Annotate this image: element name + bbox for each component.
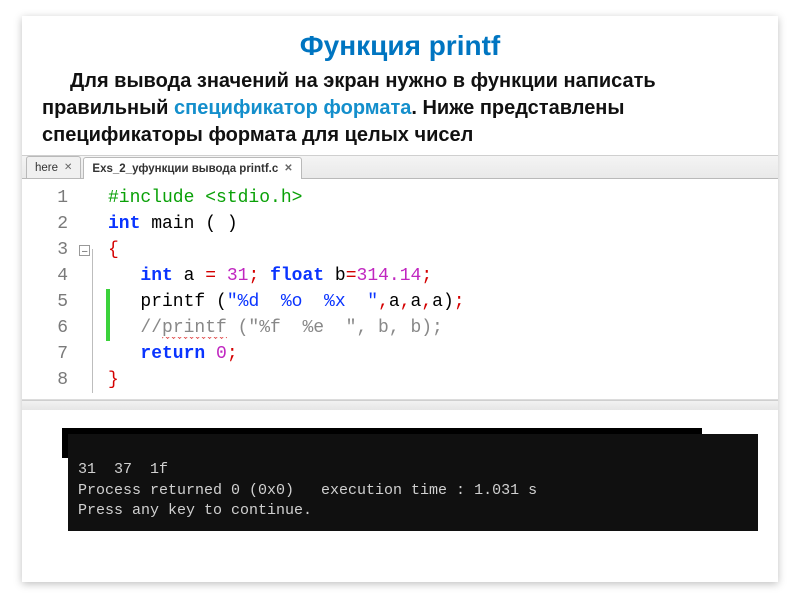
tab-file[interactable]: Exs_2_уфункции вывода printf.c ✕ <box>83 157 301 179</box>
code-line[interactable]: //printf ("%f %e ", b, b); <box>108 315 778 341</box>
code-area[interactable]: #include <stdio.h>int main ( ){ int a = … <box>102 179 778 399</box>
code-token: , <box>400 292 411 312</box>
code-token: ; <box>421 266 432 286</box>
code-token: , <box>378 292 389 312</box>
intro-text: Для вывода значений на экран нужно в фун… <box>22 68 778 155</box>
code-token: 314.14 <box>357 266 422 286</box>
line-number: 6 <box>22 315 94 341</box>
code-token <box>216 214 227 234</box>
slide: Функция printf Для вывода значений на эк… <box>22 16 778 582</box>
code-token: ("%f %e ", b, b); <box>227 318 443 338</box>
code-token: a <box>389 292 400 312</box>
code-line[interactable]: return 0; <box>108 341 778 367</box>
code-token: float <box>270 266 324 286</box>
code-token: a <box>432 292 443 312</box>
code-token: ) <box>443 292 454 312</box>
code-line[interactable]: #include <stdio.h> <box>108 185 778 211</box>
change-bar-icon <box>106 289 110 315</box>
tab-label: Exs_2_уфункции вывода printf.c <box>92 163 278 175</box>
code-token: #include <box>108 188 205 208</box>
code-token <box>205 344 216 364</box>
close-icon[interactable]: ✕ <box>284 163 292 174</box>
code-token: // <box>140 318 162 338</box>
code-token: , <box>421 292 432 312</box>
code-token: ) <box>227 214 238 234</box>
console-line: Press any key to continue. <box>78 502 312 519</box>
code-token: ; <box>227 344 238 364</box>
code-token: printf <box>140 292 216 312</box>
line-number: 3 <box>22 237 94 263</box>
code-line[interactable]: } <box>108 367 778 393</box>
code-token: a <box>173 266 205 286</box>
tab-label: here <box>35 162 58 174</box>
code-token: ( <box>205 214 216 234</box>
code-line[interactable]: int main ( ) <box>108 211 778 237</box>
code-editor[interactable]: 12345678 #include <stdio.h>int main ( ){… <box>22 179 778 400</box>
code-token: main <box>140 214 205 234</box>
horizontal-scrollbar[interactable] <box>22 400 778 410</box>
intro-highlight: спецификатор формата <box>174 97 411 119</box>
code-token: int <box>140 266 172 286</box>
code-token: int <box>108 214 140 234</box>
line-number: 2 <box>22 211 94 237</box>
code-token: = <box>205 266 216 286</box>
console-line: 31 37 1f <box>78 461 168 478</box>
code-token: 31 <box>227 266 249 286</box>
line-number: 4 <box>22 263 94 289</box>
code-line[interactable]: { <box>108 237 778 263</box>
line-gutter: 12345678 <box>22 179 102 399</box>
code-token: b <box>324 266 346 286</box>
line-number: 1 <box>22 185 94 211</box>
code-token: = <box>346 266 357 286</box>
close-icon[interactable]: ✕ <box>64 162 72 173</box>
change-bar-icon <box>106 315 110 341</box>
code-token: ( <box>216 292 227 312</box>
code-token: <stdio.h> <box>205 188 302 208</box>
code-token: } <box>108 370 119 390</box>
console-output: 31 37 1f Process returned 0 (0x0) execut… <box>68 434 758 531</box>
line-number: 7 <box>22 341 94 367</box>
code-token: ; <box>454 292 465 312</box>
code-token: "%d %o %x " <box>227 292 378 312</box>
tab-bar: here ✕ Exs_2_уфункции вывода printf.c ✕ <box>22 155 778 179</box>
code-token: 0 <box>216 344 227 364</box>
code-token: printf <box>162 318 227 339</box>
code-token: { <box>108 240 119 260</box>
code-line[interactable]: printf ("%d %o %x ",a,a,a); <box>108 289 778 315</box>
slide-title: Функция printf <box>22 16 778 68</box>
code-token: a <box>411 292 422 312</box>
line-number: 5 <box>22 289 94 315</box>
console-line: Process returned 0 (0x0) execution time … <box>78 482 537 499</box>
code-line[interactable]: int a = 31; float b=314.14; <box>108 263 778 289</box>
code-token: return <box>140 344 205 364</box>
code-token <box>216 266 227 286</box>
code-token: ; <box>248 266 259 286</box>
code-token <box>259 266 270 286</box>
line-number: 8 <box>22 367 94 393</box>
tab-here[interactable]: here ✕ <box>26 156 81 178</box>
